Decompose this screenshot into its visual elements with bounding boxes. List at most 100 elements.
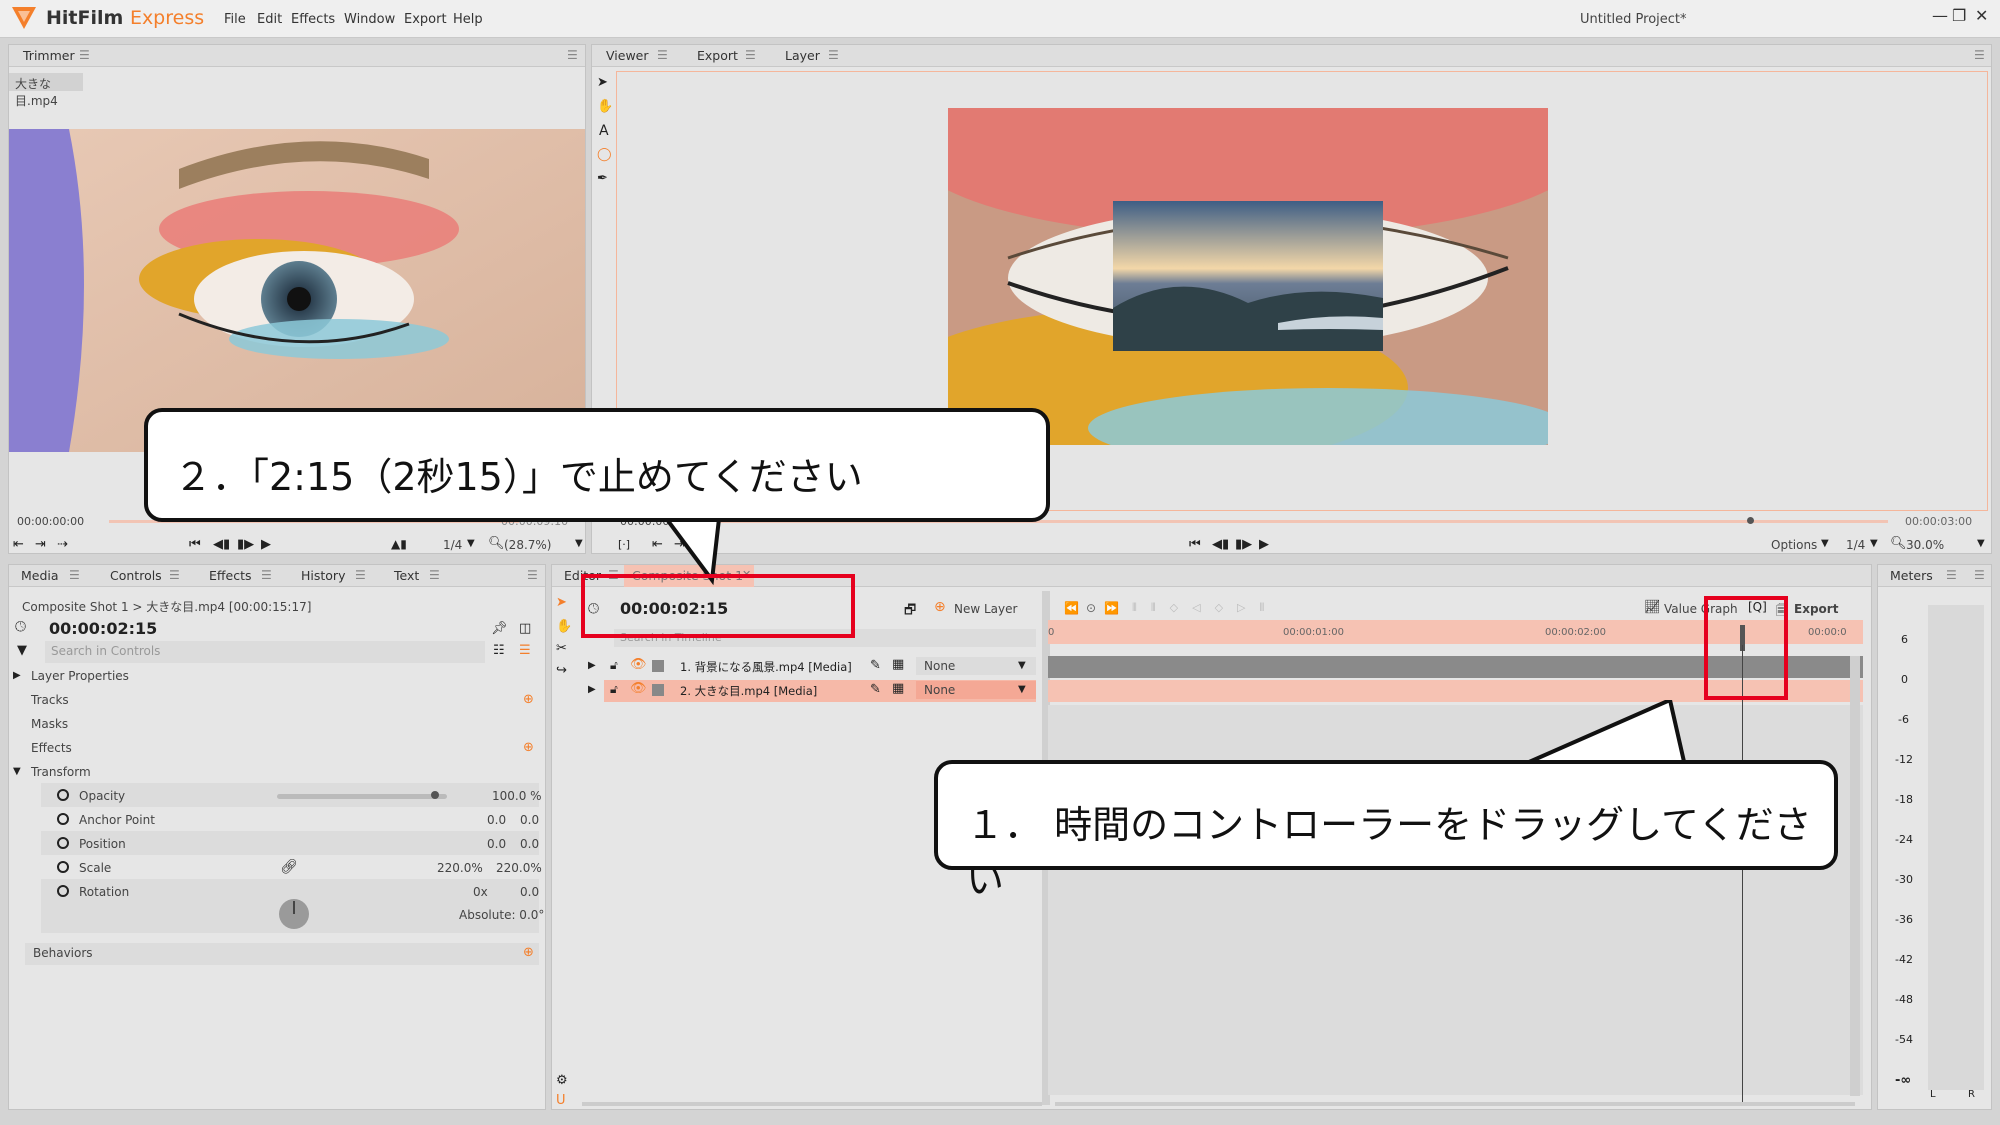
hand-tool-icon[interactable]: ✋ bbox=[597, 99, 613, 114]
add-track-icon[interactable]: ⊕ bbox=[523, 692, 534, 707]
panel-menu-icon[interactable]: ☰ bbox=[567, 48, 578, 62]
step-forward-icon[interactable]: ▮▶ bbox=[237, 537, 254, 552]
keyframe-toggle-icon[interactable] bbox=[57, 789, 69, 801]
keyframe-toggle-icon[interactable] bbox=[57, 813, 69, 825]
chevron-right-icon[interactable]: ▶ bbox=[588, 660, 596, 671]
restore-icon[interactable]: ❐ bbox=[1952, 6, 1966, 25]
viewer-zoom-value[interactable]: 30.0% bbox=[1906, 538, 1944, 552]
go-start-icon[interactable]: ⏮ bbox=[189, 537, 201, 552]
opacity-slider[interactable] bbox=[277, 794, 447, 799]
tab-menu-icon[interactable]: ☰ bbox=[429, 568, 440, 582]
set-in-icon[interactable]: ⇤ bbox=[13, 537, 24, 552]
hand-tool-icon[interactable]: ✋ bbox=[556, 619, 572, 634]
tracks-header[interactable]: Tracks bbox=[31, 693, 69, 707]
split-view-icon[interactable]: ◫ bbox=[519, 621, 531, 636]
new-layer-button[interactable]: New Layer bbox=[954, 602, 1017, 616]
menu-edit[interactable]: Edit bbox=[257, 12, 282, 27]
settings-gear-icon[interactable]: ⚙ bbox=[556, 1073, 568, 1088]
position-x[interactable]: 0.0 bbox=[487, 837, 506, 851]
layer-properties-header[interactable]: Layer Properties bbox=[31, 669, 129, 683]
layer-color-swatch[interactable] bbox=[652, 684, 664, 696]
keyframe-toggle-icon[interactable] bbox=[57, 837, 69, 849]
menu-effects[interactable]: Effects bbox=[291, 12, 335, 27]
export-button[interactable]: Export bbox=[1794, 602, 1838, 616]
pen-tool-icon[interactable]: ✒ bbox=[597, 171, 608, 186]
tab-menu-icon[interactable]: ☰ bbox=[1946, 568, 1957, 582]
play-icon[interactable]: ▶ bbox=[1259, 537, 1269, 552]
viewer-scrubber-handle[interactable] bbox=[1747, 517, 1754, 524]
chevron-down-icon[interactable]: ▼ bbox=[13, 766, 21, 777]
play-icon[interactable]: ▶ bbox=[261, 537, 271, 552]
detail-view-icon[interactable]: ☰ bbox=[519, 643, 531, 658]
opacity-slider-handle[interactable] bbox=[431, 791, 439, 799]
overlay-icon[interactable]: ⇢ bbox=[57, 537, 68, 552]
next-keyframe-icon[interactable]: ⏩ bbox=[1104, 601, 1119, 615]
tab-menu-icon[interactable]: ☰ bbox=[69, 568, 80, 582]
select-tool-icon[interactable]: ➤ bbox=[556, 595, 567, 610]
viewer-scale-select[interactable]: 1/4 bbox=[1846, 538, 1865, 552]
panel-menu-icon[interactable]: ☰ bbox=[527, 568, 538, 582]
rotation-turns[interactable]: 0x bbox=[473, 885, 488, 899]
snapshot-icon[interactable]: 🗗 bbox=[904, 601, 916, 623]
panel-menu-icon[interactable]: ☰ bbox=[1974, 48, 1985, 62]
panel-menu-icon[interactable]: ☰ bbox=[1974, 568, 1985, 582]
tab-menu-icon[interactable]: ☰ bbox=[261, 568, 272, 582]
layer-1-name[interactable]: 1. 背景になる風景.mp4 [Media] bbox=[680, 659, 852, 675]
layer-2-name[interactable]: 2. 大きな目.mp4 [Media] bbox=[680, 683, 817, 699]
position-y[interactable]: 0.0 bbox=[520, 837, 539, 851]
select-tool-icon[interactable]: ➤ bbox=[597, 75, 608, 90]
tab-viewer[interactable]: Viewer bbox=[606, 48, 649, 63]
keyframe-toggle-icon[interactable] bbox=[57, 885, 69, 897]
chevron-down-icon[interactable]: ▼ bbox=[1018, 684, 1026, 695]
zoom-icon[interactable]: 🔍︎ bbox=[1890, 536, 1907, 551]
fit-icon[interactable]: [·] bbox=[618, 538, 630, 551]
list-view-icon[interactable]: ☷ bbox=[493, 643, 505, 658]
tab-menu-icon[interactable]: ☰ bbox=[828, 48, 839, 62]
pin-icon[interactable]: 📌︎ bbox=[491, 621, 508, 636]
masks-header[interactable]: Masks bbox=[31, 717, 68, 731]
pen-edit-icon[interactable]: ✎ bbox=[870, 658, 881, 673]
menu-help[interactable]: Help bbox=[453, 12, 483, 27]
insert-icon[interactable]: ⇥ bbox=[35, 537, 46, 552]
add-behavior-icon[interactable]: ⊕ bbox=[523, 945, 534, 960]
tab-controls[interactable]: Controls bbox=[110, 568, 162, 583]
add-layer-icon[interactable]: ⊕ bbox=[934, 599, 946, 615]
lock-icon[interactable]: 🔓︎ bbox=[610, 682, 618, 697]
chevron-down-icon[interactable]: ▼ bbox=[1018, 660, 1026, 671]
tab-trimmer[interactable]: Trimmer bbox=[23, 48, 75, 63]
keyframe-toggle-icon[interactable] bbox=[57, 861, 69, 873]
keyframe-icon[interactable]: ⊙ bbox=[1086, 601, 1096, 615]
step-back-icon[interactable]: ◀▮ bbox=[213, 537, 230, 552]
rotation-degrees[interactable]: 0.0 bbox=[520, 885, 539, 899]
trimmer-file-tab[interactable]: 大きな目.mp4 bbox=[9, 73, 83, 108]
chevron-down-icon[interactable]: ▼ bbox=[467, 538, 475, 549]
behaviors-header[interactable]: Behaviors bbox=[33, 946, 93, 960]
menu-file[interactable]: File bbox=[224, 12, 246, 27]
zoom-icon[interactable]: 🔍︎ bbox=[488, 536, 505, 551]
layer-color-swatch[interactable] bbox=[652, 660, 664, 672]
chevron-down-icon[interactable]: ▼ bbox=[575, 538, 583, 549]
transform-header[interactable]: Transform bbox=[31, 765, 91, 779]
snap-magnet-icon[interactable]: U bbox=[556, 1093, 566, 1108]
tab-export[interactable]: Export bbox=[697, 48, 738, 63]
tab-menu-icon[interactable]: ☰ bbox=[745, 48, 756, 62]
value-graph-icon[interactable]: 📈︎ bbox=[1644, 600, 1661, 615]
menu-window[interactable]: Window bbox=[344, 12, 395, 27]
tab-meters[interactable]: Meters bbox=[1890, 568, 1933, 583]
tab-layer[interactable]: Layer bbox=[785, 48, 820, 63]
trimmer-zoom-value[interactable]: (28.7%) bbox=[504, 538, 551, 552]
tab-media[interactable]: Media bbox=[21, 568, 59, 583]
go-start-icon[interactable]: ⏮ bbox=[1189, 537, 1201, 552]
tab-menu-icon[interactable]: ☰ bbox=[169, 568, 180, 582]
hscrollbar-right[interactable] bbox=[1055, 1102, 1855, 1106]
tab-menu-icon[interactable]: ☰ bbox=[657, 48, 668, 62]
prev-keyframe-icon[interactable]: ⏪ bbox=[1064, 601, 1079, 615]
chevron-down-icon[interactable]: ▼ bbox=[1821, 538, 1829, 549]
tab-text[interactable]: Text bbox=[394, 568, 419, 583]
menu-export[interactable]: Export bbox=[404, 12, 447, 27]
effects-header[interactable]: Effects bbox=[31, 741, 72, 755]
opacity-value[interactable]: 100.0 % bbox=[492, 789, 542, 803]
slip-tool-icon[interactable]: ↪ bbox=[556, 663, 567, 678]
anchor-y[interactable]: 0.0 bbox=[520, 813, 539, 827]
controls-search-input[interactable]: Search in Controls bbox=[45, 641, 485, 663]
